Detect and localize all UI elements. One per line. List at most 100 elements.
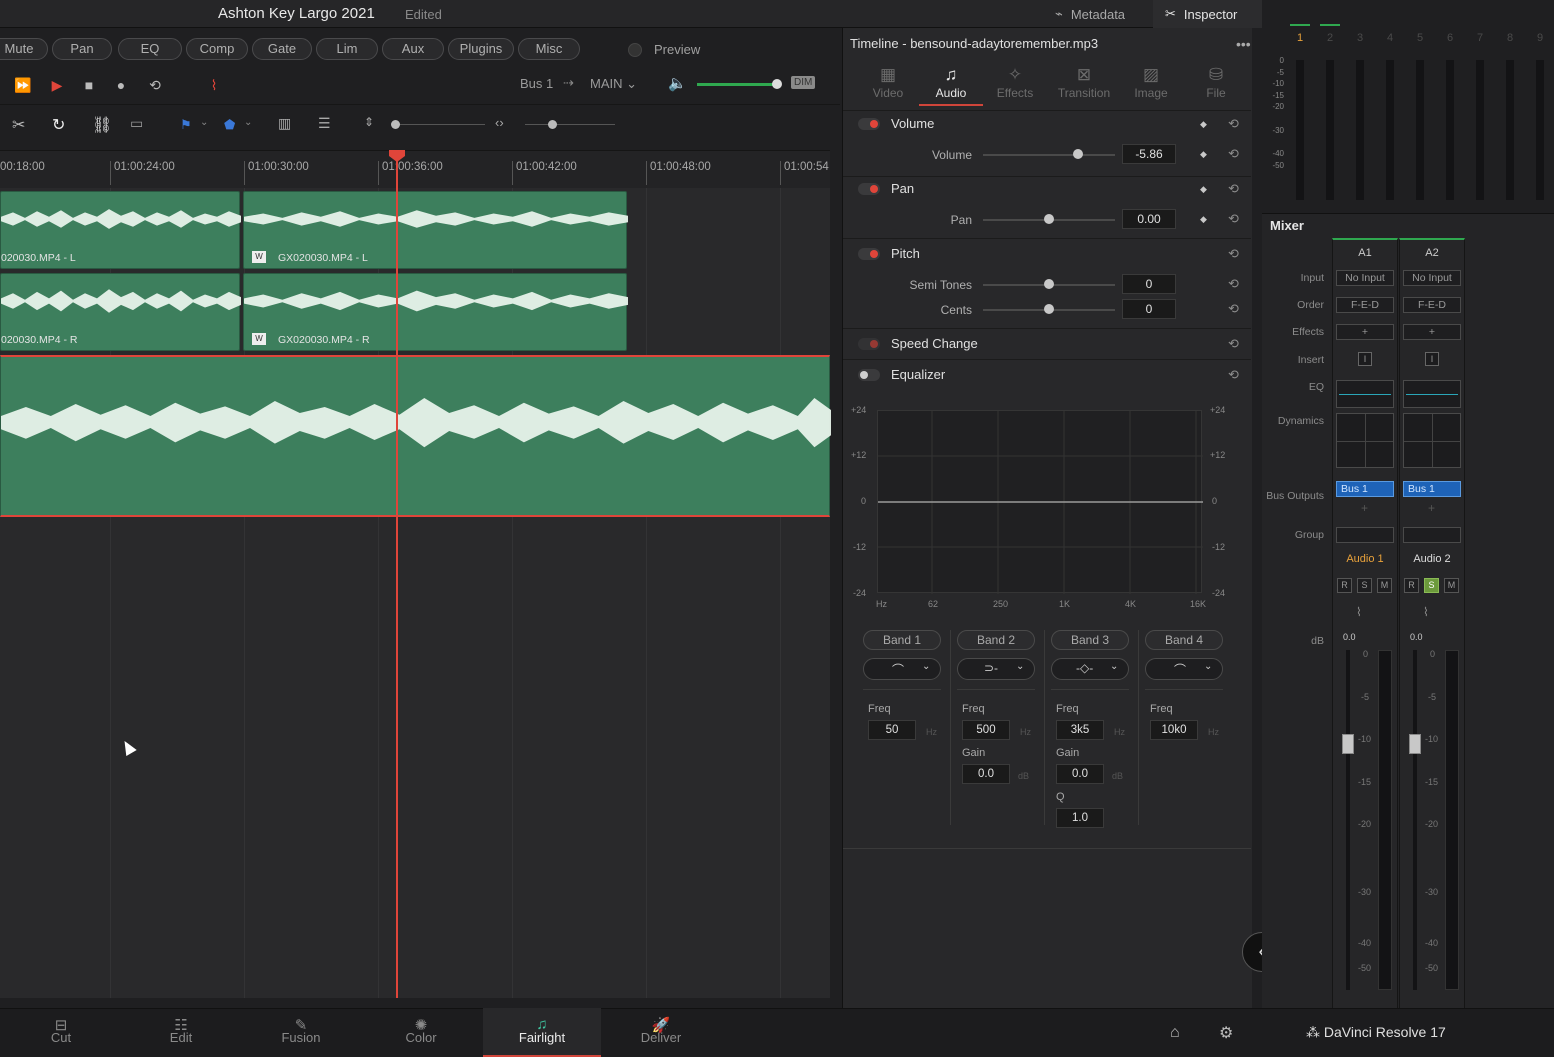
- filter-aux[interactable]: Aux: [382, 38, 444, 60]
- band-3-gain-input[interactable]: 0.0: [1056, 764, 1104, 784]
- tab-image[interactable]: ▨ Image: [1119, 64, 1183, 106]
- page-deliver[interactable]: 🚀 Deliver: [602, 1008, 720, 1057]
- main-selector[interactable]: MAIN ⌄: [590, 76, 637, 92]
- keyframe-icon[interactable]: ◆: [1200, 214, 1207, 225]
- channel-insert-toggle[interactable]: I: [1425, 352, 1439, 366]
- record-arm-button[interactable]: R: [1337, 578, 1352, 593]
- channel-eq-thumbnail[interactable]: [1336, 380, 1394, 408]
- keyframe-icon[interactable]: ◆: [1200, 149, 1207, 160]
- fast-forward-icon[interactable]: ⏩: [14, 76, 32, 94]
- keyframe-icon[interactable]: ◆: [1200, 119, 1207, 130]
- band-3-q-input[interactable]: 1.0: [1056, 808, 1104, 828]
- tab-effects[interactable]: ✧ Effects: [983, 64, 1047, 106]
- semitones-value[interactable]: 0: [1122, 274, 1176, 294]
- page-cut[interactable]: ⊟ Cut: [2, 1008, 120, 1057]
- channel-effects-add[interactable]: +: [1336, 324, 1394, 340]
- pan-toggle[interactable]: [858, 183, 880, 195]
- reset-icon[interactable]: ⟲: [1228, 336, 1239, 352]
- track-height-icon[interactable]: ☰: [318, 115, 331, 132]
- more-options-icon[interactable]: •••: [1236, 36, 1251, 52]
- band-1-freq-input[interactable]: 50: [868, 720, 916, 740]
- band-3-freq-input[interactable]: 3k5: [1056, 720, 1104, 740]
- audio-clip[interactable]: 020030.MP4 - L: [0, 191, 241, 269]
- page-fairlight[interactable]: ♫ Fairlight: [483, 1008, 601, 1057]
- pan-value[interactable]: 0.00: [1122, 209, 1176, 229]
- flag-icon[interactable]: ⚑: [180, 117, 192, 133]
- audio-clip[interactable]: 020030.MP4 - R: [0, 273, 241, 351]
- filter-mute[interactable]: Mute: [0, 38, 48, 60]
- reset-icon[interactable]: ⟲: [1228, 301, 1239, 317]
- dim-button[interactable]: DIM: [791, 76, 816, 89]
- vertical-zoom-knob[interactable]: [391, 120, 400, 129]
- band-1-filter-select[interactable]: ⌒ ⌄: [863, 658, 941, 680]
- channel-order-select[interactable]: F-E-D: [1403, 297, 1461, 313]
- speaker-icon[interactable]: 🔈: [668, 74, 687, 92]
- channel-eq-thumbnail[interactable]: [1403, 380, 1461, 408]
- loop-icon[interactable]: ⟲: [146, 76, 164, 94]
- bus-selector[interactable]: Bus 1: [520, 76, 553, 91]
- automation-icon[interactable]: ⌇: [1356, 605, 1362, 619]
- channel-effects-add[interactable]: +: [1403, 324, 1461, 340]
- channel-input-select[interactable]: No Input: [1336, 270, 1394, 286]
- tab-audio[interactable]: ♫ Audio: [919, 64, 983, 106]
- plus-icon[interactable]: +: [1361, 501, 1368, 515]
- cents-value[interactable]: 0: [1122, 299, 1176, 319]
- solo-button[interactable]: S: [1424, 578, 1439, 593]
- channel-order-select[interactable]: F-E-D: [1336, 297, 1394, 313]
- pan-slider-knob[interactable]: [1044, 214, 1054, 224]
- horizontal-zoom-icon[interactable]: ‹›: [495, 115, 504, 130]
- channel-fader[interactable]: [1342, 734, 1354, 754]
- waveform-zoom-icon[interactable]: ▥: [278, 115, 291, 132]
- volume-value[interactable]: -5.86: [1122, 144, 1176, 164]
- tab-transition[interactable]: ⊠ Transition: [1052, 64, 1116, 106]
- reset-icon[interactable]: ⟲: [1228, 211, 1239, 227]
- page-color[interactable]: ✺ Color: [362, 1008, 480, 1057]
- volume-toggle[interactable]: [858, 118, 880, 130]
- equalizer-toggle[interactable]: [858, 369, 880, 381]
- snapping-icon[interactable]: ↻: [52, 115, 65, 135]
- channel-bus-output[interactable]: Bus 1: [1336, 481, 1394, 497]
- mute-button[interactable]: M: [1444, 578, 1459, 593]
- metadata-button[interactable]: ⌁ Metadata: [1055, 0, 1155, 28]
- channel-dynamics-thumbnail[interactable]: [1403, 413, 1461, 468]
- razor-icon[interactable]: ✂: [12, 115, 25, 135]
- reset-icon[interactable]: ⟲: [1228, 246, 1239, 262]
- tab-video[interactable]: ▦ Video: [856, 64, 920, 106]
- audio-clip[interactable]: W GX020030.MP4 - R: [243, 273, 628, 351]
- filter-lim[interactable]: Lim: [316, 38, 378, 60]
- channel-input-select[interactable]: No Input: [1403, 270, 1461, 286]
- plus-icon[interactable]: +: [1428, 501, 1435, 515]
- band-4-freq-input[interactable]: 10k0: [1150, 720, 1198, 740]
- record-icon[interactable]: ●: [112, 76, 130, 94]
- page-edit[interactable]: ☷ Edit: [122, 1008, 240, 1057]
- eq-graph[interactable]: [877, 410, 1203, 594]
- band-2-freq-input[interactable]: 500: [962, 720, 1010, 740]
- band-3-filter-select[interactable]: -◇- ⌄: [1051, 658, 1129, 680]
- automation-icon[interactable]: ⌇: [205, 76, 223, 94]
- gear-icon[interactable]: ⚙: [1219, 1023, 1233, 1043]
- reset-icon[interactable]: ⟲: [1228, 146, 1239, 162]
- audio-clip[interactable]: W GX020030.MP4 - L: [243, 191, 628, 269]
- reset-icon[interactable]: ⟲: [1228, 181, 1239, 197]
- timeline-tracks[interactable]: 020030.MP4 - L W GX020030.MP4 - L 020030…: [0, 188, 831, 998]
- mute-button[interactable]: M: [1377, 578, 1392, 593]
- speed-change-toggle[interactable]: [858, 338, 880, 350]
- solo-button[interactable]: S: [1357, 578, 1372, 593]
- band-4-button[interactable]: Band 4: [1145, 630, 1223, 650]
- band-1-button[interactable]: Band 1: [863, 630, 941, 650]
- reset-icon[interactable]: ⟲: [1228, 276, 1239, 292]
- link-icon[interactable]: ⛓: [92, 115, 112, 135]
- vertical-zoom-slider[interactable]: [395, 124, 485, 125]
- monitor-volume-knob[interactable]: [772, 79, 782, 89]
- filter-plugins[interactable]: Plugins: [448, 38, 514, 60]
- tab-file[interactable]: ⛁ File: [1184, 64, 1248, 106]
- channel-name[interactable]: Audio 2: [1399, 553, 1465, 565]
- filter-pan[interactable]: Pan: [52, 38, 112, 60]
- stop-icon[interactable]: ■: [80, 76, 98, 94]
- horizontal-zoom-knob[interactable]: [548, 120, 557, 129]
- chevron-down-icon[interactable]: ⌄: [244, 117, 252, 128]
- horizontal-zoom-slider[interactable]: [525, 124, 615, 125]
- band-2-filter-select[interactable]: ⊃- ⌄: [957, 658, 1035, 680]
- filter-misc[interactable]: Misc: [518, 38, 580, 60]
- channel-group-select[interactable]: [1336, 527, 1394, 543]
